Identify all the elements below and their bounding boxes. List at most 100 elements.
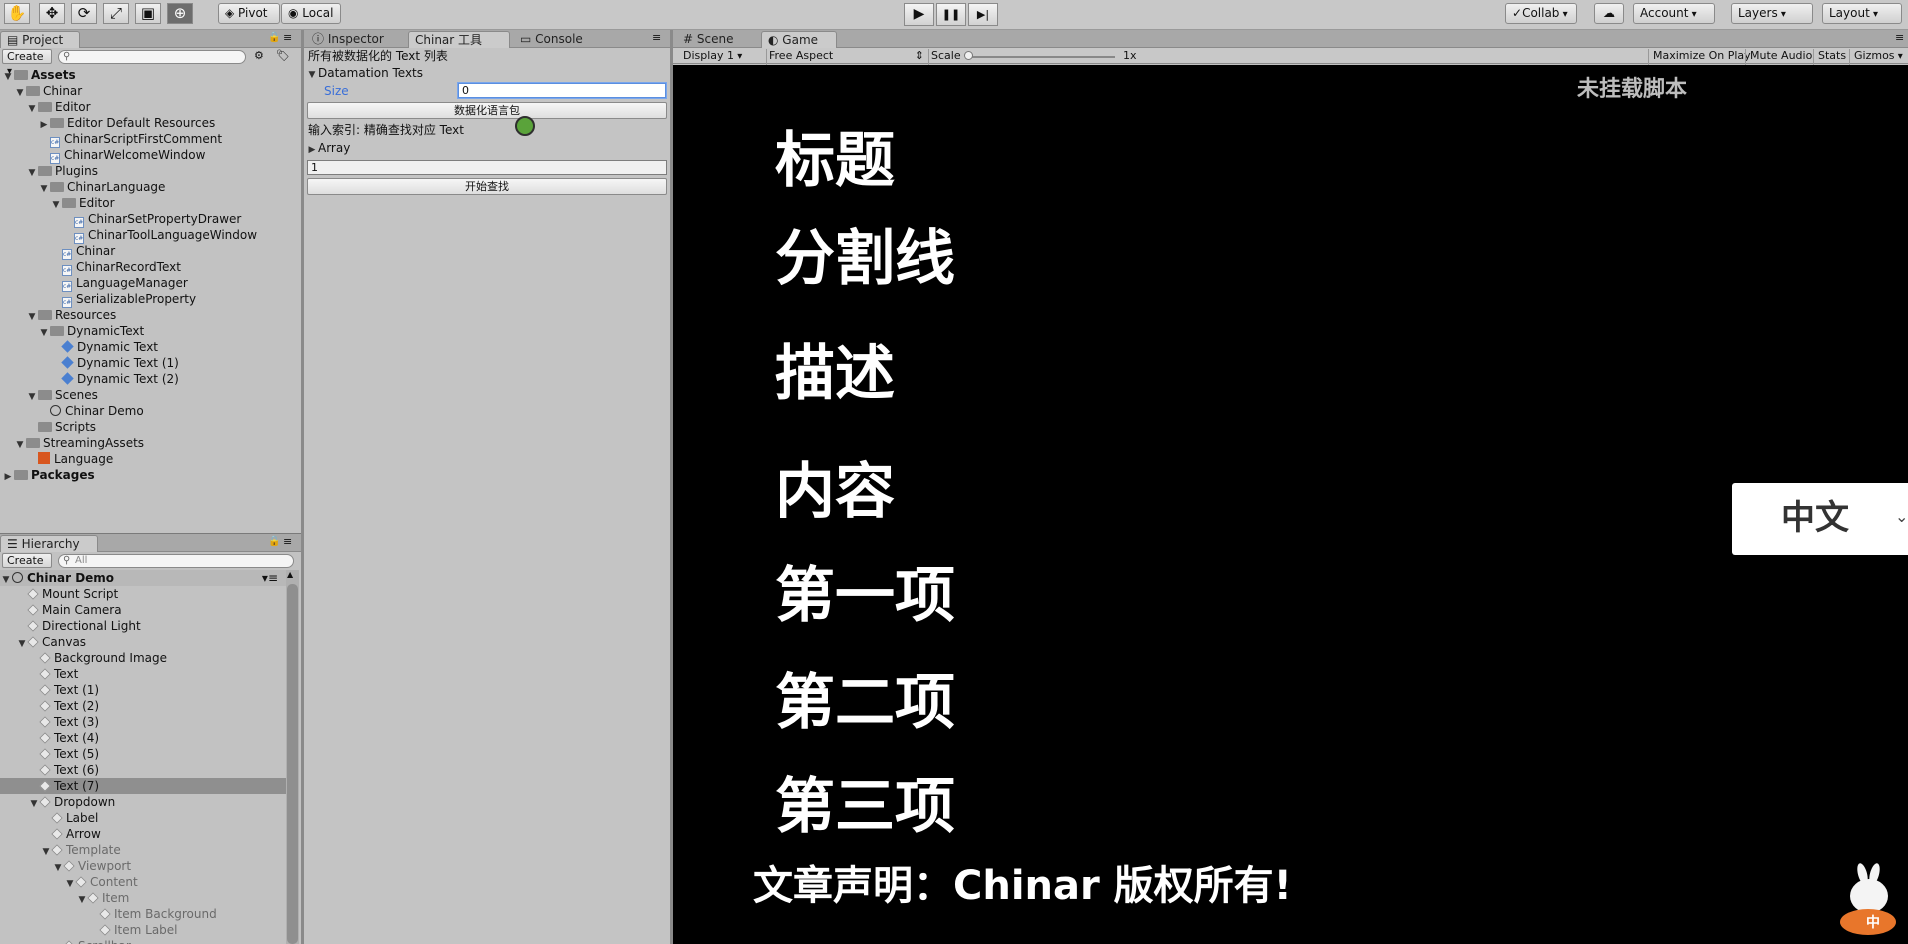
game-viewport[interactable]: 未挂载脚本 标题 分割线 描述 内容 第一项 第二项 第三项 文章声明：Chin…	[673, 65, 1908, 944]
project-item[interactable]: ▶ Editor Default Resources	[38, 115, 216, 131]
account-dropdown[interactable]: Account	[1633, 3, 1715, 24]
mute-audio-toggle[interactable]: Mute Audio	[1745, 49, 1816, 65]
project-item[interactable]: ▼ Plugins	[26, 163, 98, 179]
project-item[interactable]: ▼ StreamingAssets	[14, 435, 145, 453]
hierarchy-item[interactable]: Label	[0, 810, 286, 826]
project-item[interactable]: ▼ DynamicText	[38, 323, 145, 341]
scale-tool-icon[interactable]: ⤢	[103, 3, 129, 24]
expand-arrow-icon[interactable]: ▼	[14, 437, 26, 453]
project-item[interactable]: c# ChinarRecordText	[50, 259, 181, 276]
hierarchy-item[interactable]: Text (4)	[0, 730, 286, 746]
lock-icon[interactable]: 🔒	[268, 536, 280, 547]
pause-button[interactable]: ❚❚	[936, 3, 966, 26]
tab-chinar-tool[interactable]: Chinar 工具	[408, 31, 510, 48]
datamation-foldout[interactable]: ▼ Datamation Texts	[306, 65, 424, 83]
project-item[interactable]: c# SerializableProperty	[50, 291, 196, 308]
hierarchy-item[interactable]: Text (5)	[0, 746, 286, 762]
project-item[interactable]: c# ChinarWelcomeWindow	[38, 147, 205, 164]
project-item[interactable]: Language	[26, 451, 113, 467]
hierarchy-item[interactable]: Text (1)	[0, 682, 286, 698]
hierarchy-scrollbar[interactable]: ▲	[286, 570, 299, 944]
hierarchy-create-button[interactable]: Create	[2, 553, 52, 568]
hierarchy-item[interactable]: Item Label	[0, 922, 286, 938]
hierarchy-item[interactable]: Directional Light	[0, 618, 286, 634]
hierarchy-item[interactable]: ▼ Template	[0, 842, 286, 858]
gizmos-dropdown[interactable]: Gizmos	[1849, 49, 1905, 65]
filter-type-icon[interactable]: ⚙	[254, 49, 264, 62]
maximize-on-play-toggle[interactable]: Maximize On Play	[1648, 49, 1755, 65]
tab-inspector[interactable]: ⓘ Inspector	[306, 31, 404, 48]
panel-menu-icon[interactable]: ≡	[283, 535, 292, 548]
rotate-tool-icon[interactable]: ⟳	[71, 3, 97, 24]
scale-slider[interactable]	[967, 56, 1115, 58]
array-foldout[interactable]: ▶ Array	[306, 140, 351, 158]
project-create-button[interactable]: Create	[2, 49, 52, 64]
transform-tool-icon[interactable]: ⊕	[167, 3, 193, 24]
project-item[interactable]: c# ChinarToolLanguageWindow	[62, 227, 257, 244]
project-item[interactable]: Dynamic Text	[50, 339, 158, 355]
hierarchy-item[interactable]: Mount Script	[0, 586, 286, 602]
expand-arrow-icon[interactable]: ▼	[50, 197, 62, 213]
hierarchy-item[interactable]: Arrow	[0, 826, 286, 842]
local-toggle[interactable]: ◉ Local	[281, 3, 341, 24]
project-item[interactable]: c# Chinar	[50, 243, 115, 260]
collab-button[interactable]: ✓Collab	[1505, 3, 1577, 24]
index-field[interactable]: 1	[307, 160, 667, 175]
size-field[interactable]: 0	[458, 83, 666, 98]
tab-scene[interactable]: # Scene	[677, 31, 749, 48]
project-item[interactable]: c# ChinarScriptFirstComment	[38, 131, 222, 148]
language-dropdown[interactable]: 中文 ⌄	[1732, 483, 1908, 555]
scrollbar-thumb[interactable]	[287, 584, 298, 944]
project-item[interactable]: Chinar Demo	[38, 403, 144, 419]
cloud-button[interactable]: ☁	[1594, 3, 1624, 24]
collapse-arrow-icon[interactable]: ▶	[2, 469, 14, 485]
project-item[interactable]: ▼ Assets	[2, 67, 76, 83]
scene-menu-icon[interactable]: ▾≡	[262, 570, 278, 586]
scroll-up-icon[interactable]: ▲	[287, 570, 293, 579]
hierarchy-item[interactable]: Item Background	[0, 906, 286, 922]
expand-arrow-icon[interactable]: ▼	[14, 85, 26, 101]
project-item[interactable]: Scripts	[26, 419, 96, 435]
project-item[interactable]: ▼ Editor	[50, 195, 115, 211]
hierarchy-item[interactable]: Text (6)	[0, 762, 286, 778]
project-item[interactable]: ▼ Chinar	[14, 83, 83, 101]
scale-slider-thumb[interactable]	[964, 51, 973, 60]
project-item[interactable]: ▼ ChinarLanguage	[38, 179, 166, 197]
layers-dropdown[interactable]: Layers	[1731, 3, 1813, 24]
project-item[interactable]: c# ChinarSetPropertyDrawer	[62, 211, 241, 228]
hierarchy-item[interactable]: ▼ Canvas	[0, 634, 286, 650]
tab-project[interactable]: ▤ Project	[0, 31, 80, 48]
rect-tool-icon[interactable]: ▣	[135, 3, 161, 24]
panel-menu-icon[interactable]: ≡	[1895, 31, 1904, 44]
project-item[interactable]: ▼ Scenes	[26, 387, 98, 403]
hierarchy-item[interactable]: Text	[0, 666, 286, 682]
step-button[interactable]: ▶|	[968, 3, 998, 26]
lock-icon[interactable]: 🔒	[268, 32, 280, 43]
project-item[interactable]: c# LanguageManager	[50, 275, 188, 292]
stats-toggle[interactable]: Stats	[1813, 49, 1850, 65]
expand-arrow-icon[interactable]: ▼	[38, 181, 50, 197]
hierarchy-item[interactable]: ▼ Item	[0, 890, 286, 906]
hierarchy-item[interactable]: Text (7)	[0, 778, 286, 794]
collapse-arrow-icon[interactable]: ▶	[306, 142, 318, 158]
project-item[interactable]: Dynamic Text (1)	[50, 355, 179, 371]
panel-menu-icon[interactable]: ≡	[283, 31, 292, 44]
aspect-dropdown[interactable]: Free Aspect ⇕	[769, 49, 929, 65]
hierarchy-item[interactable]: ▼ Content	[0, 874, 286, 890]
project-item[interactable]: ▼ Resources	[26, 307, 117, 323]
project-item[interactable]: ▼ Editor	[26, 99, 91, 115]
tab-hierarchy[interactable]: ☰ Hierarchy	[0, 535, 98, 552]
project-item[interactable]: ▶ Packages	[2, 467, 95, 483]
pivot-toggle[interactable]: ◈ Pivot	[218, 3, 280, 24]
hierarchy-item[interactable]: ▶ Scrollbar	[0, 938, 286, 944]
expand-arrow-icon[interactable]: ▼	[306, 67, 318, 83]
tab-game[interactable]: ◐ Game	[761, 31, 837, 48]
datafy-button[interactable]: 数据化语言包	[307, 102, 667, 119]
panel-menu-icon[interactable]: ≡	[652, 31, 661, 44]
move-tool-icon[interactable]: ✥	[39, 3, 65, 24]
hierarchy-item[interactable]: Text (2)	[0, 698, 286, 714]
hierarchy-item[interactable]: Main Camera	[0, 602, 286, 618]
expand-arrow-icon[interactable]: ▼	[38, 325, 50, 341]
expand-arrow-icon[interactable]: ▼	[26, 101, 38, 117]
expand-arrow-icon[interactable]: ▼	[2, 69, 14, 85]
